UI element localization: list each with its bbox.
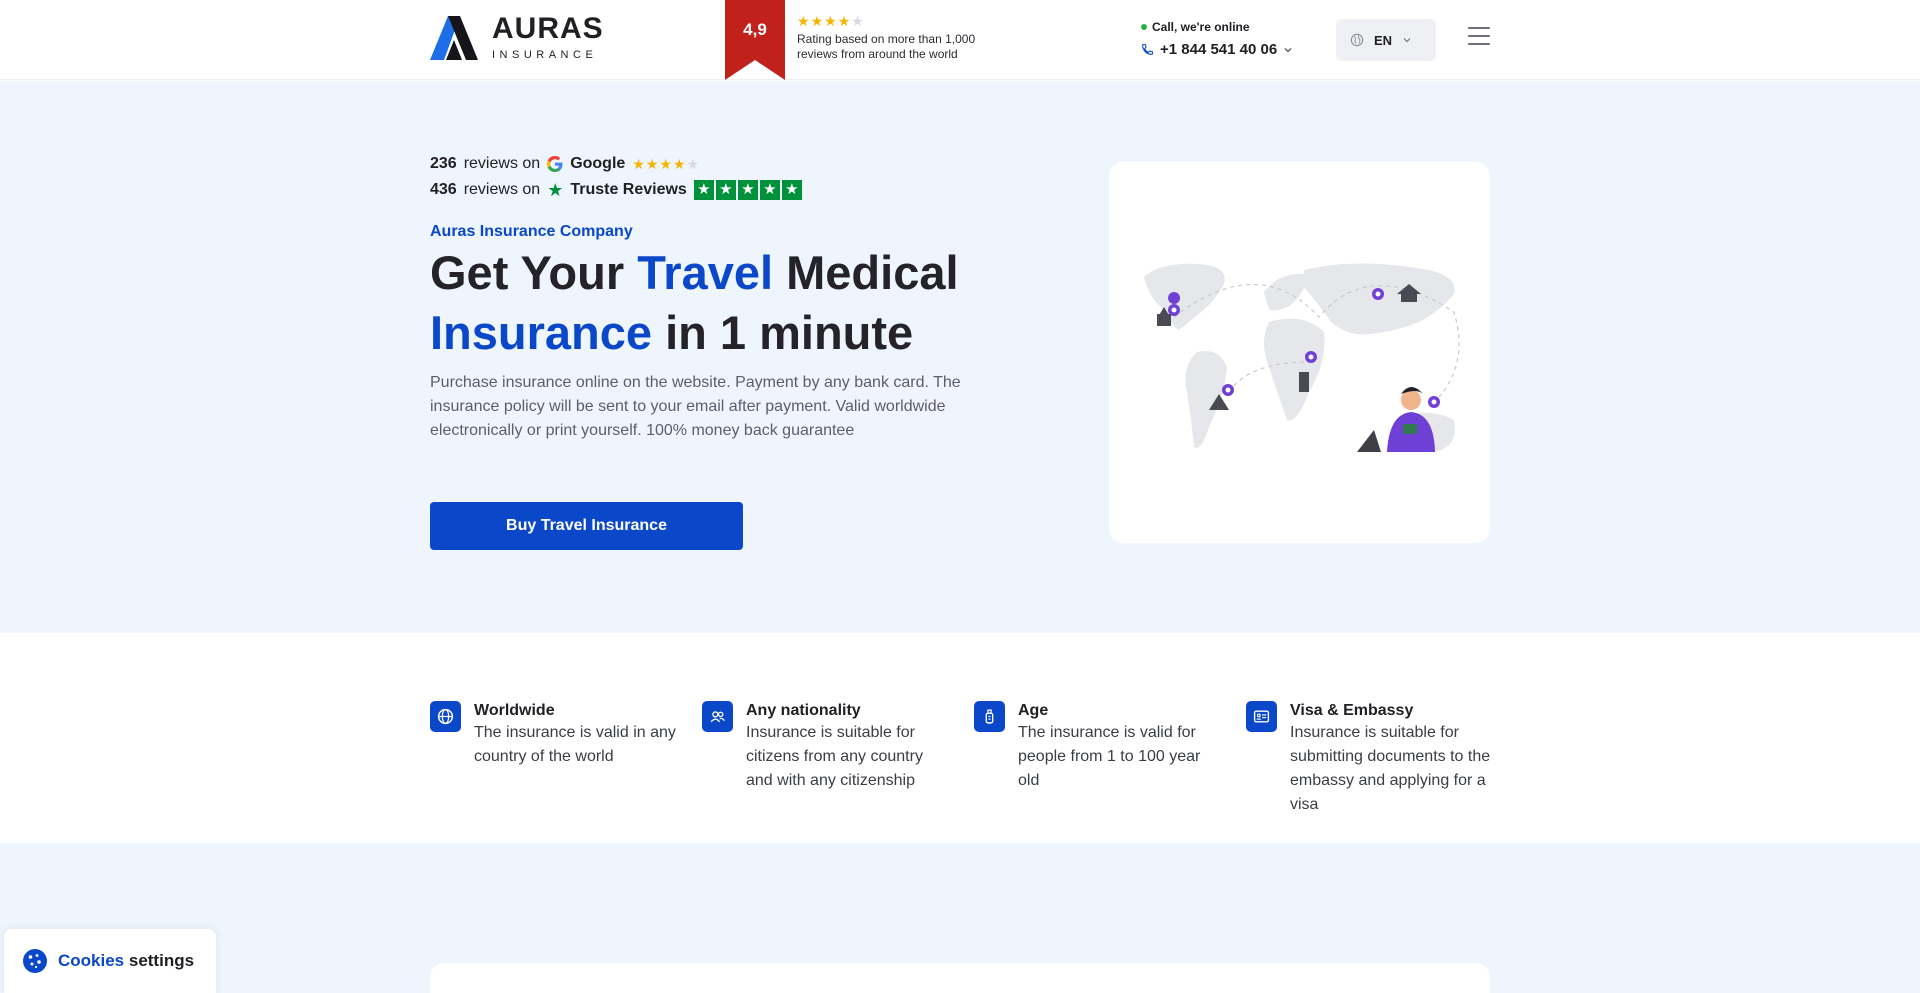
menu-burger-icon[interactable] [1468, 27, 1490, 45]
cookies-label-highlight: Cookies [58, 951, 125, 970]
feature-title: Worldwide [474, 702, 555, 719]
headline-part: Medical [773, 246, 959, 299]
ribbon-shape [725, 0, 785, 80]
chevron-down-icon [1403, 38, 1411, 43]
feature-text: The insurance is valid in any country of… [474, 724, 676, 765]
google-logo-icon [547, 156, 563, 172]
star-icon: ★ [810, 13, 824, 29]
rating-value: 4,9 [743, 20, 767, 39]
users-icon [702, 701, 733, 732]
page-title: Get Your Travel Medical Insurance in 1 mi… [430, 243, 990, 363]
star-icon: ★ [693, 180, 714, 200]
google-stars: ★ ★ ★ ★ ★ [632, 156, 699, 173]
star-icon: ★ [659, 155, 672, 172]
headline-part: in 1 minute [652, 306, 914, 359]
logo[interactable]: AURAS INSURANCE [430, 14, 604, 61]
feature-title: Any nationality [746, 702, 861, 719]
company-name: Auras Insurance Company [430, 223, 633, 240]
star-icon: ★ [632, 155, 645, 172]
star-icon: ★ [645, 155, 659, 172]
star-icon: ★ [759, 180, 780, 200]
feature-text: Insurance is suitable for citizens from … [746, 724, 923, 789]
star-icon: ★ [781, 180, 802, 200]
id-card-icon [1246, 701, 1277, 732]
language-selector[interactable]: EN [1336, 19, 1436, 61]
review-on-label: reviews on [463, 181, 541, 198]
trust-stars: ★ ★ ★ ★ ★ [693, 180, 802, 200]
star-icon: ★ [824, 13, 837, 29]
buy-insurance-button[interactable]: Buy Travel Insurance [430, 502, 743, 550]
rating-text: Rating based on more than 1,000 reviews … [797, 32, 976, 61]
content-card [430, 963, 1490, 993]
hero-section: 236 reviews on Google ★ ★ ★ ★ ★ 436 reviews … [0, 81, 1920, 733]
baby-bottle-icon [974, 701, 1005, 732]
headline-part: Get Your [430, 246, 638, 299]
logo-mark-icon [430, 15, 478, 60]
feature-title: Visa & Embassy [1290, 702, 1414, 719]
reviews-summary: 236 reviews on Google ★ ★ ★ ★ ★ 436 reviews … [430, 151, 802, 203]
cookies-settings-button[interactable]: Cookies settings [4, 929, 216, 993]
world-map-image [1144, 263, 1460, 452]
star-icon: ★ [737, 180, 758, 200]
review-count: 236 [430, 155, 457, 172]
call-label: Call, we're online [1152, 20, 1250, 34]
online-dot-icon [1141, 24, 1147, 30]
feature-age: Age The insurance is valid for people fr… [974, 701, 1224, 793]
trust-star-icon: ★ [547, 179, 564, 200]
review-source: Google [570, 155, 626, 172]
logo-subtitle: INSURANCE [492, 49, 598, 61]
world-map-illustration [1109, 162, 1490, 543]
star-empty-icon: ★ [686, 155, 700, 172]
phone-number[interactable]: +1 844 541 40 06 [1160, 41, 1277, 58]
feature-nationality: Any nationality Insurance is suitable fo… [702, 701, 952, 793]
language-code: EN [1374, 32, 1393, 48]
call-block: Call, we're online +1 844 541 40 06 [1141, 20, 1293, 58]
review-on-label: reviews on [463, 155, 541, 172]
star-empty-icon: ★ [851, 13, 864, 29]
feature-worldwide: Worldwide The insurance is valid in any … [430, 701, 680, 769]
feature-visa: Visa & Embassy Insurance is suitable for… [1246, 701, 1496, 817]
star-icon: ★ [715, 180, 736, 200]
rating-stars: ★ ★ ★ ★ ★ [797, 14, 997, 28]
chevron-down-icon [1284, 47, 1292, 52]
star-icon: ★ [797, 13, 810, 29]
review-row-trust[interactable]: 436 reviews on ★ Truste Reviews ★ ★ ★ ★ ★ [430, 177, 802, 203]
site-header: AURAS INSURANCE 4,9 ★ ★ ★ ★ ★ Rating based o… [0, 0, 1920, 80]
review-count: 436 [430, 181, 457, 198]
next-section [0, 843, 1920, 993]
rating-ribbon: 4,9 [725, 0, 785, 80]
star-icon: ★ [837, 13, 851, 29]
features-section: Worldwide The insurance is valid in any … [0, 633, 1920, 843]
headline-highlight: Travel [637, 246, 774, 299]
logo-title: AURAS [492, 12, 604, 45]
globe-icon [430, 701, 461, 732]
review-source: Truste Reviews [570, 181, 687, 198]
feature-text: The insurance is valid for people from 1… [1018, 724, 1201, 789]
rating-info: ★ ★ ★ ★ ★ Rating based on more than 1,000 re… [797, 14, 997, 62]
phone-icon [1142, 44, 1153, 55]
cookies-label: settings [124, 951, 195, 970]
feature-text: Insurance is suitable for submitting doc… [1290, 724, 1491, 813]
review-row-google[interactable]: 236 reviews on Google ★ ★ ★ ★ ★ [430, 151, 802, 177]
headline-highlight: Insurance [430, 306, 653, 359]
feature-title: Age [1018, 702, 1049, 719]
cookie-icon [23, 949, 47, 973]
hero-description: Purchase insurance online on the website… [430, 374, 961, 439]
globe-icon [1350, 33, 1364, 47]
star-icon: ★ [672, 155, 686, 172]
phone-dropdown[interactable]: +1 844 541 40 06 [1141, 41, 1293, 58]
